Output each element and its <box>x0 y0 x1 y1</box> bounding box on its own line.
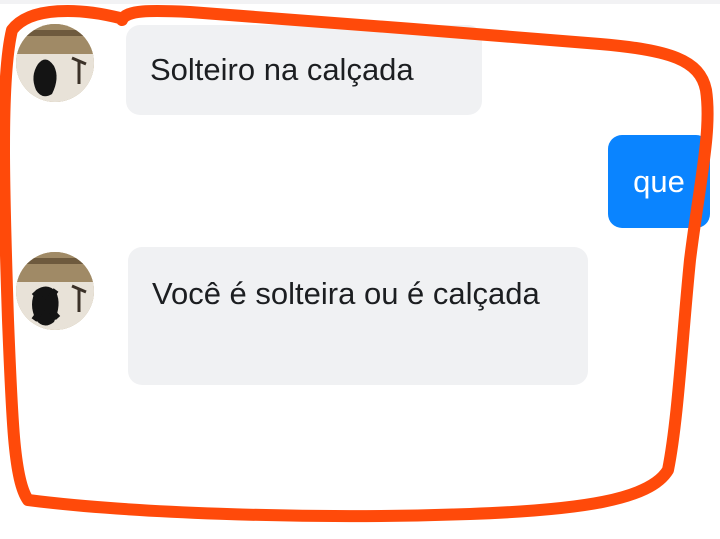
message-text: que <box>633 164 685 199</box>
message-bubble-incoming[interactable]: Solteiro na calçada <box>126 25 482 115</box>
message-bubble-outgoing[interactable]: que <box>608 135 710 228</box>
contact-avatar[interactable] <box>16 252 94 330</box>
message-text: Você é solteira ou é calçada <box>152 276 540 311</box>
message-bubble-incoming[interactable]: Você é solteira ou é calçada <box>128 247 588 385</box>
avatar-photo-icon <box>16 24 94 102</box>
message-text: Solteiro na calçada <box>150 52 414 87</box>
avatar-photo-icon <box>16 252 94 330</box>
chat-thread[interactable]: Solteiro na calçada que Você é solteira … <box>0 0 720 539</box>
contact-avatar[interactable] <box>16 24 94 102</box>
